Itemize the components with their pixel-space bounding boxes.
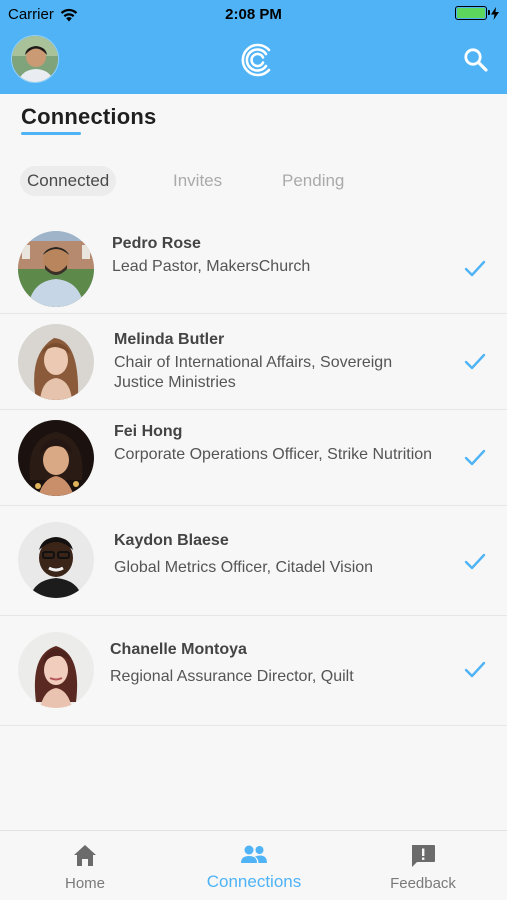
tab-invites[interactable]: Invites [166,166,229,196]
connection-role: Global Metrics Officer, Citadel Vision [114,559,374,576]
connection-name: Fei Hong [114,423,183,440]
connection-name: Kaydon Blaese [114,532,229,549]
nav-connections-label: Connections [206,872,302,891]
nav-feedback[interactable]: Feedback [378,831,468,900]
list-item[interactable]: Chanelle Montoya Regional Assurance Dire… [0,616,507,726]
check-icon [463,448,487,468]
nav-connections[interactable]: Connections [190,831,318,900]
avatar [18,420,94,496]
connection-role: Lead Pastor, MakersChurch [112,258,311,275]
search-icon[interactable] [462,46,490,74]
tab-connected[interactable]: Connected [20,166,117,196]
avatar [18,324,94,400]
connections-list: Pedro Rose Lead Pastor, MakersChurch Mel… [0,218,507,726]
connection-name: Chanelle Montoya [110,641,247,658]
battery-indicator [455,6,499,20]
list-item[interactable]: Melinda Butler Chair of International Af… [0,314,507,410]
people-icon [240,842,268,868]
feedback-icon [409,843,437,869]
list-item[interactable]: Kaydon Blaese Global Metrics Officer, Ci… [0,506,507,616]
crescent-c-logo [240,42,276,78]
charging-bolt-icon [491,6,499,20]
nav-feedback-label: Feedback [390,875,456,892]
page-title: Connections [21,104,157,129]
connection-role: Chair of International Affairs, Sovereig… [114,354,393,391]
connection-tabs: Connected Invites Pending [0,166,507,198]
nav-home[interactable]: Home [40,831,130,900]
battery-icon [455,6,490,20]
avatar [18,231,94,307]
bottom-nav: Home Connections Feedback [0,830,507,900]
user-avatar[interactable] [11,35,59,83]
avatar [18,522,94,598]
status-time: 2:08 PM [225,6,282,23]
tab-pending[interactable]: Pending [275,166,351,196]
connection-name: Melinda Butler [114,331,225,348]
connection-role: Regional Assurance Director, Quilt [110,668,354,685]
title-underline [21,132,81,135]
avatar [18,632,94,708]
list-item[interactable]: Pedro Rose Lead Pastor, MakersChurch [0,218,507,314]
nav-home-label: Home [64,875,105,892]
app-header: Carrier 2:08 PM [0,0,507,94]
check-icon [463,259,487,279]
check-icon [463,552,487,572]
connection-name: Pedro Rose [112,235,201,252]
connection-role: Corporate Operations Officer, Strike Nut… [114,446,433,463]
check-icon [463,352,487,372]
check-icon [463,660,487,680]
list-item[interactable]: Fei Hong Corporate Operations Officer, S… [0,410,507,506]
home-icon [71,843,99,869]
status-bar: Carrier 2:08 PM [0,0,507,28]
